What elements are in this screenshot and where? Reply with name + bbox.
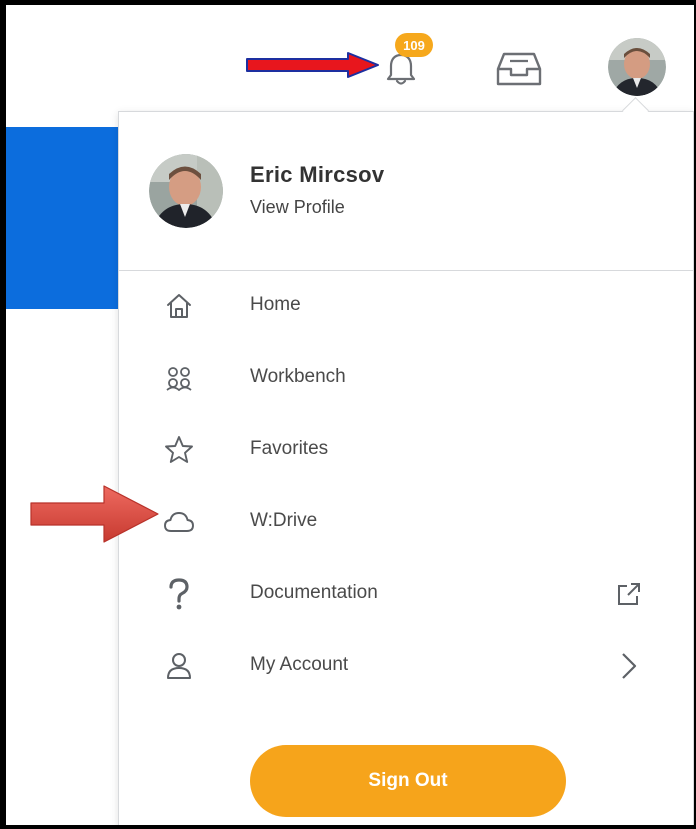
background-blue-panel xyxy=(6,127,122,309)
menu-item-label: Home xyxy=(250,294,301,315)
menu-item-label: My Account xyxy=(250,654,349,675)
annotation-arrow-side-icon xyxy=(30,485,159,543)
menu-item-label: Workbench xyxy=(250,366,346,387)
profile-avatar-image xyxy=(149,154,223,228)
question-icon xyxy=(163,578,195,610)
profile-section: Eric Mircsov View Profile xyxy=(119,112,693,271)
menu-item-my-account[interactable]: My Account xyxy=(119,636,693,696)
user-avatar-button[interactable] xyxy=(608,38,666,96)
inbox-icon xyxy=(496,52,542,86)
person-icon xyxy=(163,650,195,682)
sign-out-button[interactable]: Sign Out xyxy=(250,745,566,817)
external-link-icon xyxy=(615,578,643,610)
menu-item-label: Favorites xyxy=(250,438,329,459)
menu-item-label: Documentation xyxy=(250,582,378,603)
menu-item-favorites[interactable]: Favorites xyxy=(119,420,693,480)
menu-item-workbench[interactable]: Workbench xyxy=(119,348,693,408)
menu-item-documentation[interactable]: Documentation xyxy=(119,564,693,624)
menu-item-wdrive[interactable]: W:Drive xyxy=(119,492,693,552)
cloud-icon xyxy=(163,506,195,538)
user-avatar xyxy=(608,38,666,96)
home-icon xyxy=(163,290,195,322)
annotation-arrow-right-icon xyxy=(246,52,379,78)
view-profile-link[interactable]: View Profile xyxy=(250,197,345,218)
notification-count-badge: 109 xyxy=(395,33,433,57)
profile-name: Eric Mircsov xyxy=(250,162,385,187)
account-dropdown-menu: Eric Mircsov View Profile Home Workbench xyxy=(118,111,694,829)
star-icon xyxy=(163,434,195,466)
workbench-icon xyxy=(163,362,195,394)
chevron-right-icon xyxy=(615,650,643,682)
menu-item-label: W:Drive xyxy=(250,510,318,531)
profile-avatar[interactable] xyxy=(149,154,223,228)
inbox-button[interactable] xyxy=(494,48,544,90)
menu-item-home[interactable]: Home xyxy=(119,276,693,336)
